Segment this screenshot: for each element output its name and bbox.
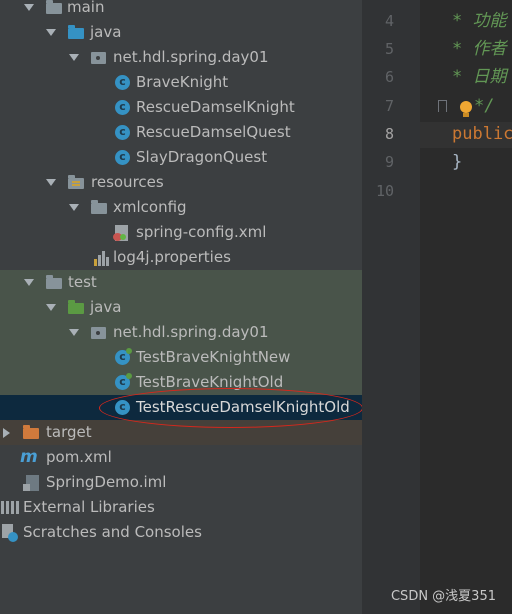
tree-item-external-libraries[interactable]: External Libraries <box>0 495 362 520</box>
line-number: 4 <box>384 12 394 30</box>
class-icon <box>115 125 130 140</box>
resources-folder-icon <box>68 175 84 189</box>
tree-item-test-java[interactable]: java <box>0 295 362 320</box>
tree-item-label: RescueDamselKnight <box>136 98 295 116</box>
line-number: 5 <box>384 40 394 58</box>
line-number: 10 <box>375 182 394 200</box>
chevron-down-icon[interactable] <box>69 329 79 336</box>
source-folder-icon <box>68 25 84 39</box>
tree-item-label: resources <box>91 173 164 191</box>
tree-item-label: spring-config.xml <box>136 223 267 241</box>
tree-item-label: SpringDemo.iml <box>46 473 167 491</box>
tree-item-label: Scratches and Consoles <box>23 523 202 541</box>
tree-item-label: BraveKnight <box>136 73 229 91</box>
folder-icon <box>91 200 107 214</box>
tree-item-label: External Libraries <box>23 498 155 516</box>
excluded-folder-icon <box>23 425 39 439</box>
properties-file-icon <box>94 251 110 266</box>
test-source-folder-icon <box>68 300 84 314</box>
tree-item-braveknight[interactable]: BraveKnight <box>0 70 362 95</box>
code-line: * 日期 <box>452 67 507 87</box>
chevron-down-icon[interactable] <box>46 304 56 311</box>
chevron-down-icon[interactable] <box>46 179 56 186</box>
class-icon <box>115 75 130 90</box>
tree-item-spring-config[interactable]: spring-config.xml <box>0 220 362 245</box>
tree-item-label: main <box>67 0 105 16</box>
tree-item-log4j[interactable]: log4j.properties <box>0 245 362 270</box>
test-class-icon <box>115 348 132 365</box>
folder-icon <box>46 275 62 289</box>
chevron-down-icon[interactable] <box>24 4 34 11</box>
tree-item-label: SlayDragonQuest <box>136 148 268 166</box>
code-line: * 作者 <box>452 39 507 59</box>
line-number-current: 8 <box>384 125 394 143</box>
line-number-gutter: 4 5 6 7 8 9 10 <box>362 0 420 614</box>
tree-item-main[interactable]: main <box>0 0 362 20</box>
tree-item-test-package[interactable]: net.hdl.spring.day01 <box>0 320 362 345</box>
project-tree-panel: main java net.hdl.spring.day01 BraveKnig… <box>0 0 362 614</box>
code-line: } <box>452 152 463 172</box>
tree-item-label: test <box>68 273 97 291</box>
code-line: * 功能 <box>452 11 507 31</box>
tree-item-label: net.hdl.spring.day01 <box>113 48 269 66</box>
tree-item-pom[interactable]: m pom.xml <box>0 445 362 470</box>
tree-item-java[interactable]: java <box>0 20 362 45</box>
class-icon <box>115 150 130 165</box>
chevron-down-icon[interactable] <box>69 54 79 61</box>
tree-item-label: xmlconfig <box>113 198 187 216</box>
tree-item-test[interactable]: test <box>0 270 362 295</box>
tree-item-label: RescueDamselQuest <box>136 123 291 141</box>
tree-item-label: pom.xml <box>46 448 112 466</box>
maven-icon: m <box>20 447 38 467</box>
annotation-ellipse <box>99 388 362 428</box>
chevron-down-icon[interactable] <box>69 204 79 211</box>
test-class-icon <box>115 373 132 390</box>
chevron-down-icon[interactable] <box>46 29 56 36</box>
class-icon <box>115 100 130 115</box>
tree-item-rescuedamselknight[interactable]: RescueDamselKnight <box>0 95 362 120</box>
tree-item-label: java <box>90 298 122 316</box>
xml-file-icon <box>113 225 128 241</box>
code-editor[interactable]: 4 5 6 7 8 9 10 * 功能 * 作者 * 日期 */ public … <box>362 0 512 614</box>
line-number: 9 <box>384 153 394 171</box>
tree-item-label: java <box>90 23 122 41</box>
line-number: 7 <box>384 97 394 115</box>
tree-item-slaydragonquest[interactable]: SlayDragonQuest <box>0 145 362 170</box>
code-line: */ <box>474 96 495 116</box>
code-line: public <box>452 124 512 144</box>
tree-item-package[interactable]: net.hdl.spring.day01 <box>0 45 362 70</box>
tree-item-iml[interactable]: SpringDemo.iml <box>0 470 362 495</box>
scratches-icon <box>2 524 20 542</box>
tree-item-label: target <box>46 423 92 441</box>
tree-item-rescuedamselquest[interactable]: RescueDamselQuest <box>0 120 362 145</box>
chevron-down-icon[interactable] <box>24 279 34 286</box>
line-number: 6 <box>384 68 394 86</box>
tree-item-label: TestBraveKnightNew <box>136 348 291 366</box>
watermark: CSDN @浅夏351 <box>390 589 496 604</box>
libraries-icon <box>1 501 19 514</box>
chevron-right-icon[interactable] <box>3 428 10 438</box>
tree-item-xmlconfig[interactable]: xmlconfig <box>0 195 362 220</box>
iml-file-icon <box>23 475 39 491</box>
package-icon <box>91 327 106 339</box>
tree-item-resources[interactable]: resources <box>0 170 362 195</box>
lightbulb-base <box>463 113 469 117</box>
tree-item-scratches[interactable]: Scratches and Consoles <box>0 520 362 545</box>
tree-item-testbraveknightnew[interactable]: TestBraveKnightNew <box>0 345 362 370</box>
tree-item-label: log4j.properties <box>113 248 231 266</box>
lightbulb-icon[interactable] <box>460 101 472 113</box>
folder-icon <box>46 0 62 14</box>
package-icon <box>91 52 106 64</box>
tree-item-label: net.hdl.spring.day01 <box>113 323 269 341</box>
fold-marker-icon[interactable] <box>438 100 447 112</box>
